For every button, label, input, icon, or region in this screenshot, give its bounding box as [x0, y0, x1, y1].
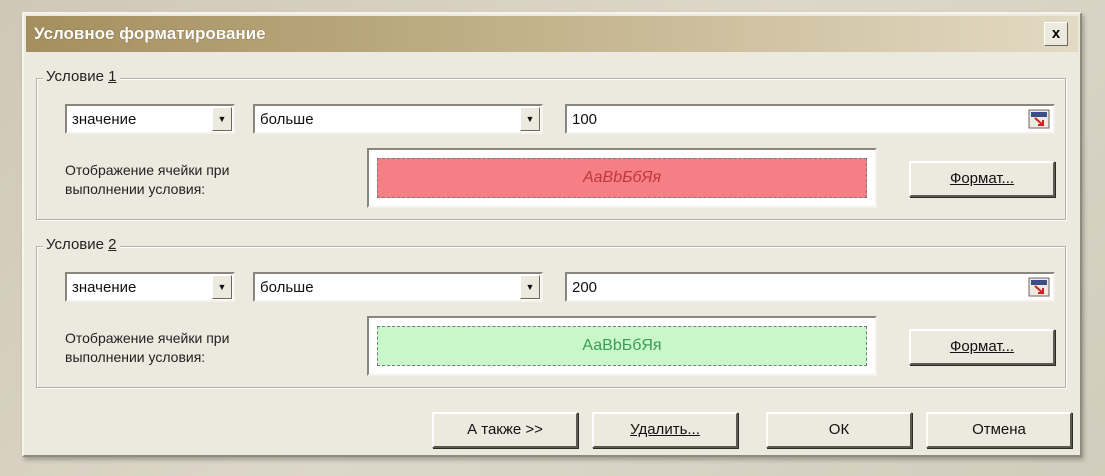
condition-2-operator-value: больше	[260, 279, 314, 296]
condition-1-type-select[interactable]: значение ▼	[65, 104, 235, 134]
condition-2-type-select[interactable]: значение ▼	[65, 272, 235, 302]
condition-2-type-value: значение	[72, 279, 137, 296]
ok-button-label: ОК	[828, 421, 850, 438]
condition-1-operator-value: больше	[260, 111, 314, 128]
title-bar[interactable]: Условное форматирование x	[26, 16, 1078, 52]
cancel-button[interactable]: Отмена	[926, 412, 1072, 448]
condition-2-legend: Условие 2	[43, 236, 120, 253]
chevron-down-icon[interactable]: ▼	[520, 275, 540, 299]
dialog-title: Условное форматирование	[34, 24, 266, 43]
close-button[interactable]: x	[1044, 22, 1068, 46]
delete-button[interactable]: Удалить...	[592, 412, 738, 448]
condition-2-operator-select[interactable]: больше ▼	[253, 272, 543, 302]
condition-2-value-text: 200	[572, 279, 598, 296]
condition-1-value-input[interactable]: 100	[565, 104, 1055, 134]
chevron-down-icon[interactable]: ▼	[212, 107, 232, 131]
chevron-down-icon[interactable]: ▼	[520, 107, 540, 131]
cancel-button-label: Отмена	[972, 421, 1026, 438]
condition-2-preview: АаВbБбЯя	[367, 316, 877, 376]
also-button[interactable]: А также >>	[432, 412, 578, 448]
condition-1-preview-sample: АаВbБбЯя	[377, 158, 867, 198]
ok-button[interactable]: ОК	[766, 412, 912, 448]
condition-1-preview: АаВbБбЯя	[367, 148, 877, 208]
condition-1-group: Условие 1 значение ▼ больше ▼ 100 Отобра…	[36, 68, 1066, 220]
condition-2-group: Условие 2 значение ▼ больше ▼ 200 Отобра…	[36, 236, 1066, 388]
close-icon: x	[1051, 25, 1061, 42]
condition-1-value-text: 100	[572, 111, 598, 128]
collapse-dialog-icon[interactable]	[1028, 108, 1050, 130]
condition-2-preview-label: Отображение ячейки при выполнении услови…	[65, 330, 230, 365]
condition-2-format-button[interactable]: Формат...	[909, 329, 1055, 365]
chevron-down-icon[interactable]: ▼	[212, 275, 232, 299]
condition-2-format-label: Формат...	[949, 338, 1015, 355]
condition-2-preview-sample: АаВbБбЯя	[377, 326, 867, 366]
condition-2-value-input[interactable]: 200	[565, 272, 1055, 302]
condition-1-format-label: Формат...	[949, 170, 1015, 187]
collapse-dialog-icon[interactable]	[1028, 276, 1050, 298]
conditional-formatting-dialog: Условное форматирование x Условие 1 знач…	[22, 12, 1082, 457]
condition-1-format-button[interactable]: Формат...	[909, 161, 1055, 197]
condition-1-type-value: значение	[72, 111, 137, 128]
condition-1-preview-label: Отображение ячейки при выполнении услови…	[65, 162, 230, 197]
condition-1-operator-select[interactable]: больше ▼	[253, 104, 543, 134]
delete-button-label: Удалить...	[630, 421, 700, 438]
also-button-label: А также >>	[467, 421, 543, 438]
condition-1-legend: Условие 1	[43, 68, 120, 85]
